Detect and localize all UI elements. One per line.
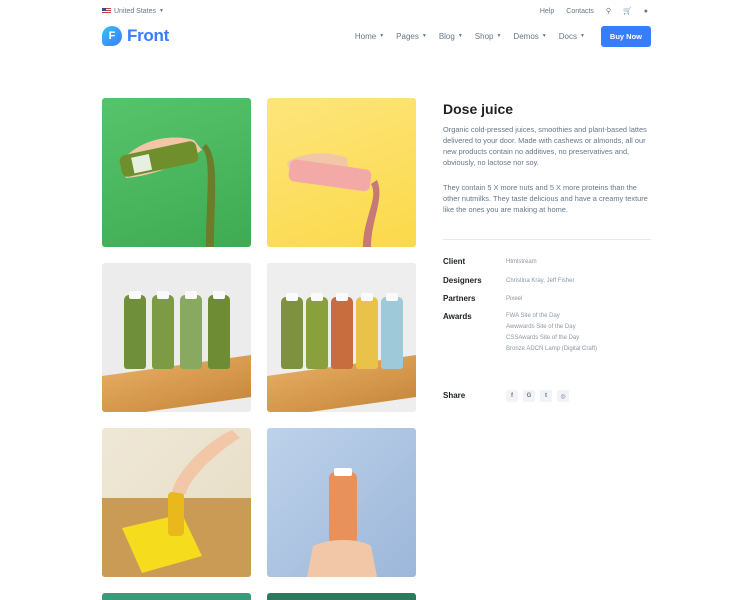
brand-name: Front: [127, 26, 169, 45]
project-description: Organic cold-pressed juices, smoothies a…: [443, 125, 647, 167]
chevron-down-icon: ▼: [421, 33, 427, 39]
country-selector[interactable]: United States ▼: [102, 8, 164, 15]
partners-label: Partners: [443, 294, 476, 303]
gallery-image-yellow-book[interactable]: [102, 428, 251, 577]
green-juice-pour-image: [119, 137, 216, 247]
nav-item-home[interactable]: Home ▼: [355, 32, 384, 41]
twitter-icon[interactable]: t: [540, 390, 552, 402]
us-flag-icon: [102, 8, 111, 14]
help-link[interactable]: Help: [540, 8, 554, 15]
section-divider: [443, 239, 651, 240]
chevron-down-icon: ▼: [496, 33, 502, 39]
nav-item-label: Shop: [474, 31, 494, 41]
nav-item-docs[interactable]: Docs ▼: [559, 32, 585, 41]
client-label: Client: [443, 257, 466, 266]
gallery-image-mixed-bottles[interactable]: [267, 263, 416, 412]
chevron-down-icon: ▼: [579, 33, 585, 39]
gallery-image-partial-1[interactable]: [102, 593, 251, 600]
awards-list: FWA Site of the Day Awwwards Site of the…: [506, 311, 597, 355]
topbar: United States ▼ Help Contacts ⚲ 🛒 ●: [102, 5, 648, 17]
github-icon[interactable]: ◎: [557, 390, 569, 402]
gallery-image-partial-2[interactable]: [267, 593, 416, 600]
chevron-down-icon: ▼: [541, 33, 547, 39]
share-buttons: f G t ◎: [506, 390, 569, 402]
partners-value: Pixeel: [506, 296, 523, 302]
client-value: Htmlstream: [506, 259, 537, 265]
cart-icon[interactable]: 🛒: [623, 7, 632, 15]
nav-item-blog[interactable]: Blog ▼: [439, 32, 463, 41]
nav-item-demos[interactable]: Demos ▼: [513, 32, 546, 41]
contacts-link[interactable]: Contacts: [566, 8, 594, 15]
user-icon[interactable]: ●: [644, 8, 648, 15]
project-title: Dose juice: [443, 101, 514, 117]
logo-mark-icon: F: [102, 26, 122, 46]
search-icon[interactable]: ⚲: [606, 7, 611, 15]
project-description-secondary: They contain 5 X more nuts and 5 X more …: [443, 183, 648, 214]
google-icon[interactable]: G: [523, 390, 535, 402]
designers-value: Christina Kray, Jeff Fisher: [506, 278, 575, 284]
nav-item-label: Home: [354, 31, 377, 41]
country-label: United States: [114, 7, 157, 15]
pink-juice-pour-image: [287, 153, 380, 247]
nav-item-pages[interactable]: Pages ▼: [396, 32, 427, 41]
share-label: Share: [443, 391, 466, 400]
gallery-image-pink-pour[interactable]: [267, 98, 416, 247]
nav-item-shop[interactable]: Shop ▼: [475, 32, 502, 41]
main-navbar: F Front Home ▼ Pages ▼ Blog ▼ Shop ▼ Demos ▼ …: [102, 24, 651, 48]
orange-bottle-hand-image: [307, 468, 377, 577]
award-item: Bronze ADCN Lamp (Digital Craft): [506, 346, 598, 352]
chevron-down-icon: ▼: [159, 8, 164, 14]
gallery-image-green-pour[interactable]: [102, 98, 251, 247]
chevron-down-icon: ▼: [379, 33, 385, 39]
facebook-icon[interactable]: f: [506, 390, 518, 402]
award-item: FWA Site of the Day: [506, 313, 560, 319]
brand-logo[interactable]: F Front: [102, 26, 169, 46]
yellow-bottle-book-image: [102, 430, 251, 577]
nav-item-label: Docs: [558, 31, 577, 41]
nav-menu: Home ▼ Pages ▼ Blog ▼ Shop ▼ Demos ▼ Docs ▼ Bu…: [355, 25, 651, 47]
nav-item-label: Blog: [438, 31, 455, 41]
gallery-image-blue-wall[interactable]: [267, 428, 416, 577]
nav-item-label: Pages: [396, 31, 419, 41]
award-item: CSSAwards Site of the Day: [506, 335, 580, 341]
designers-label: Designers: [443, 276, 482, 285]
award-item: Awwwards Site of the Day: [506, 324, 576, 330]
nav-item-label: Demos: [513, 31, 539, 41]
gallery-image-green-bottles[interactable]: [102, 263, 251, 412]
chevron-down-icon: ▼: [457, 33, 463, 39]
awards-label: Awards: [443, 312, 472, 321]
buy-now-button[interactable]: Buy Now: [600, 25, 651, 47]
